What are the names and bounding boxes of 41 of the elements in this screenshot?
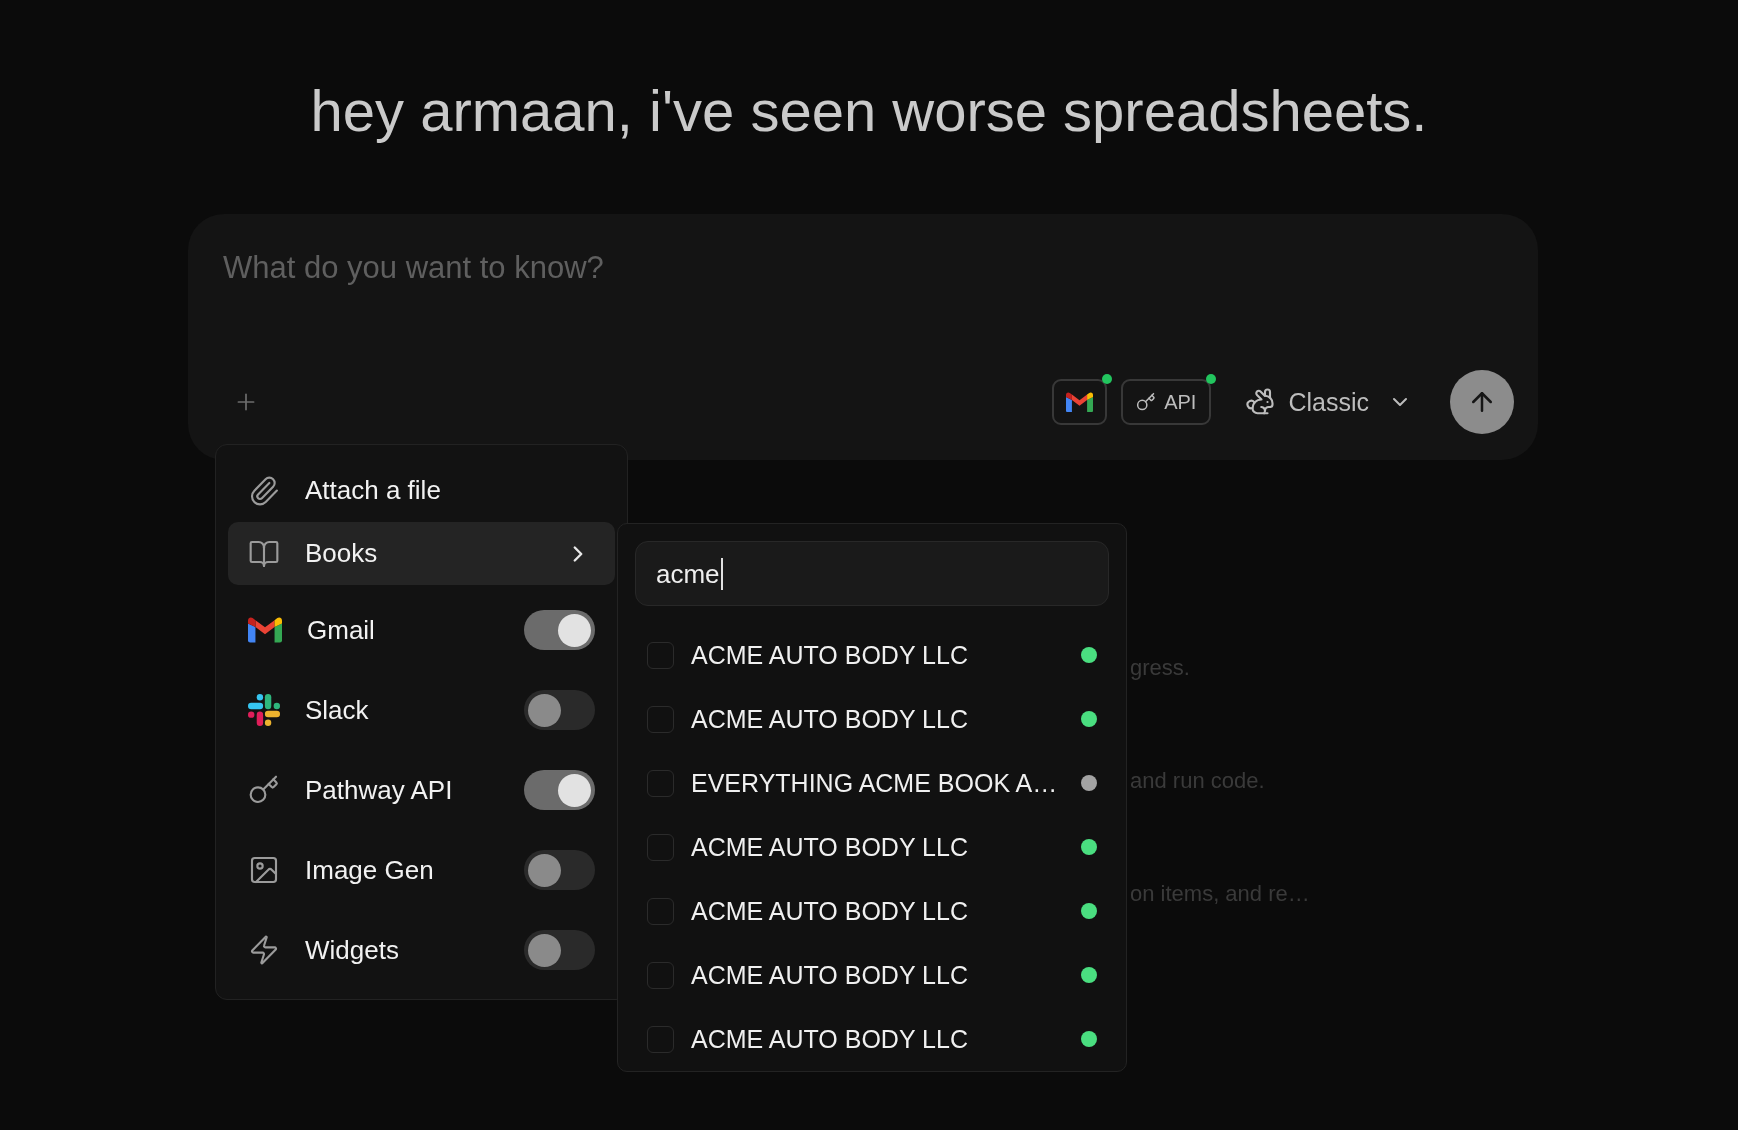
book-name: ACME AUTO BODY LLC [691,960,968,990]
message-input[interactable]: What do you want to know? [223,250,863,286]
checkbox[interactable] [647,1025,674,1053]
checkbox[interactable] [647,769,674,797]
toggle-switch[interactable] [524,610,595,650]
paperclip-icon [248,474,280,507]
rabbit-icon [1245,387,1276,417]
menu-item[interactable]: Widgets [228,910,615,990]
book-name: EVERYTHING ACME BOOK A… [691,768,1058,798]
menu-item[interactable]: Books [228,522,615,585]
book-name: ACME AUTO BODY LLC [691,640,968,670]
book-name: ACME AUTO BODY LLC [691,704,968,734]
menu-item[interactable]: Image Gen [228,830,615,910]
checkbox[interactable] [647,961,674,989]
greeting-heading: hey armaan, i've seen worse spreadsheets. [310,77,1428,145]
toggle-switch[interactable] [524,930,595,970]
search-field[interactable]: acme [635,541,1109,606]
checkbox[interactable] [647,833,674,861]
key-icon [248,774,280,806]
book-name: ACME AUTO BODY LLC [691,832,968,862]
menu-item[interactable]: Pathway API [228,750,615,830]
connector-button[interactable] [1052,379,1108,425]
checkbox[interactable] [647,897,674,925]
toggle-switch[interactable] [524,770,595,810]
slack-logo-icon [248,694,280,726]
menu-item[interactable]: Slack [228,670,615,750]
toggle-switch[interactable] [524,850,595,890]
checkbox[interactable] [647,705,674,733]
book-name: ACME AUTO BODY LLC [691,896,968,926]
toggle-switch[interactable] [524,690,595,730]
menu-item[interactable]: Gmail [228,590,615,670]
model-selector[interactable]: Classic [1237,379,1420,425]
key-icon [1136,392,1157,412]
book-name: ACME AUTO BODY LLC [691,1024,968,1054]
lightning-icon [248,934,280,966]
checkbox[interactable] [647,641,674,669]
menu-item[interactable]: Attach a file [228,459,615,522]
connector-button[interactable]: API [1121,379,1212,425]
gmail-logo-icon [248,617,282,643]
gmail-logo-icon [1066,391,1094,413]
image-icon [248,854,280,886]
